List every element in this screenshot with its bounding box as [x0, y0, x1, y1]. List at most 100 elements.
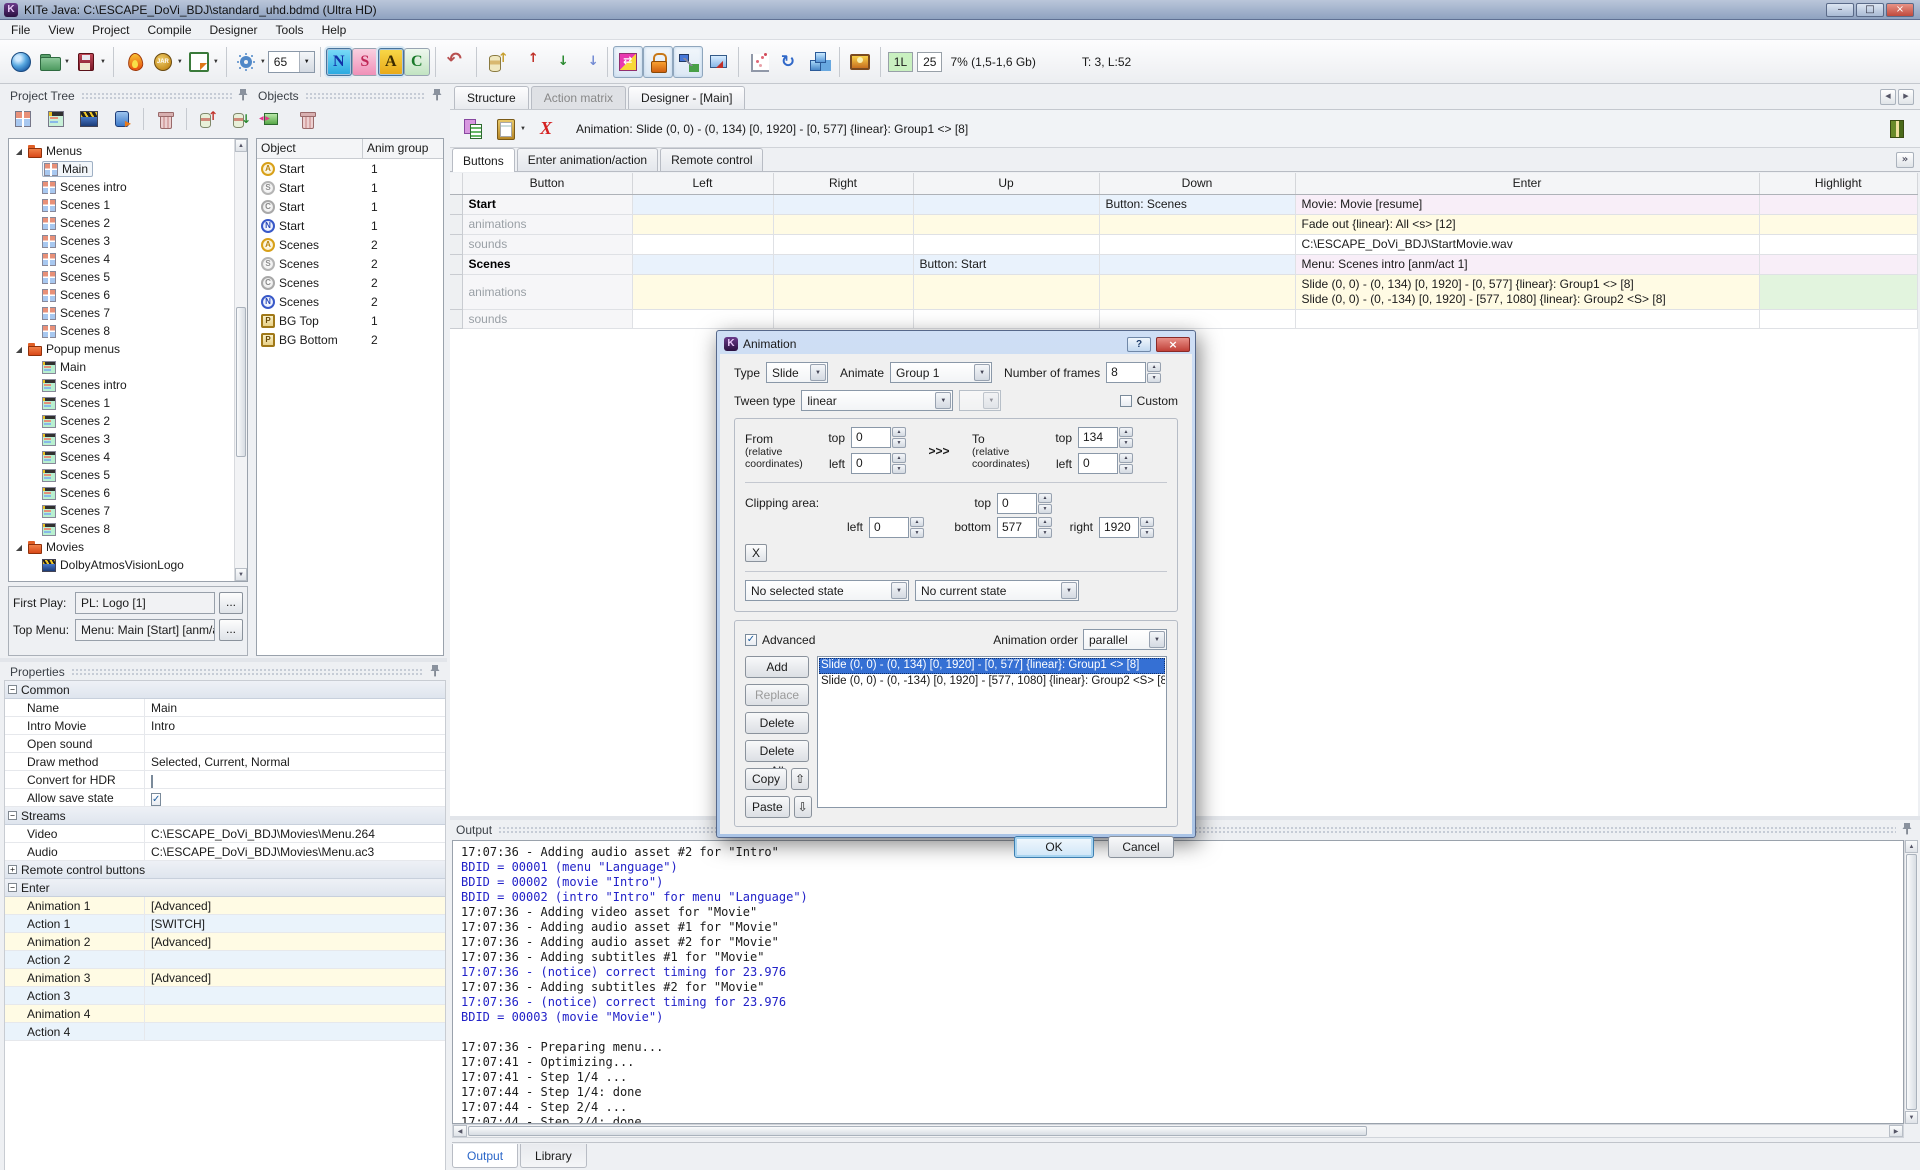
- row-handle[interactable]: [450, 274, 462, 309]
- menu-project[interactable]: Project: [83, 21, 138, 39]
- tree-item[interactable]: Scenes 6: [10, 484, 233, 502]
- row-handle[interactable]: [450, 234, 462, 254]
- matrix-cell-right[interactable]: [773, 234, 913, 254]
- scroll-thumb[interactable]: [236, 307, 246, 457]
- dialog-close-icon[interactable]: ×: [1156, 337, 1190, 352]
- to-top-spinner[interactable]: 134 ▲▼: [1078, 427, 1133, 448]
- property-value[interactable]: [145, 735, 445, 752]
- zoom-combo[interactable]: 65▼: [268, 51, 315, 73]
- matrix-button-cell[interactable]: animations: [462, 274, 632, 309]
- matrix-cell-down[interactable]: [1099, 214, 1295, 234]
- copy-matrix-button[interactable]: [458, 113, 488, 145]
- property-group-header[interactable]: −Common: [5, 681, 445, 699]
- compile-button[interactable]: [119, 46, 149, 78]
- lock-streams-button[interactable]: [643, 46, 673, 78]
- matrix-button-cell[interactable]: sounds: [462, 234, 632, 254]
- tree-item-selected[interactable]: Main: [42, 161, 93, 177]
- matrix-cell-highlight[interactable]: [1759, 274, 1918, 309]
- chevron-down-icon[interactable]: ▼: [974, 364, 990, 381]
- paste-matrix-button[interactable]: ▼: [492, 113, 528, 145]
- matrix-cell-left[interactable]: [632, 274, 773, 309]
- property-value[interactable]: [145, 987, 445, 1004]
- scroll-down-icon[interactable]: ▼: [1905, 1111, 1918, 1124]
- spin-up-icon[interactable]: ▲: [1119, 427, 1133, 437]
- matrix-cell-left[interactable]: [632, 309, 773, 328]
- tab-scroll-left-icon[interactable]: ◀: [1880, 89, 1896, 105]
- expander-icon[interactable]: −: [8, 685, 17, 694]
- property-value[interactable]: [145, 1023, 445, 1040]
- console-scrollbar[interactable]: ▲ ▼: [1904, 840, 1918, 1124]
- spin-down-icon[interactable]: ▼: [892, 464, 906, 474]
- tree-item[interactable]: Scenes 7: [10, 304, 233, 322]
- checkbox-checked-icon[interactable]: ✓: [151, 793, 161, 806]
- object-row[interactable]: NStart1: [257, 216, 443, 235]
- property-value[interactable]: [Advanced]: [145, 897, 445, 914]
- animation-list-item[interactable]: Slide (0, 0) - (0, 134) [0, 1920] - [0, …: [819, 658, 1165, 674]
- spin-down-icon[interactable]: ▼: [1147, 373, 1161, 383]
- matrix-cell-left[interactable]: [632, 214, 773, 234]
- delete-animation-button[interactable]: [532, 113, 562, 145]
- pin-icon[interactable]: [430, 664, 440, 680]
- link-objects-button[interactable]: [673, 46, 703, 78]
- reload-button[interactable]: [774, 46, 804, 78]
- close-icon[interactable]: ×: [1886, 3, 1914, 17]
- matrix-button-cell[interactable]: Start: [462, 194, 632, 214]
- spin-up-icon[interactable]: ▲: [1147, 362, 1161, 372]
- checkbox-icon[interactable]: [151, 775, 153, 788]
- expander-icon[interactable]: −: [8, 811, 17, 820]
- spin-up-icon[interactable]: ▲: [1038, 493, 1052, 503]
- row-handle[interactable]: [450, 309, 462, 328]
- chevron-down-icon[interactable]: ▼: [810, 364, 826, 381]
- insert-column-after-button[interactable]: [572, 46, 602, 78]
- tree-item[interactable]: Scenes intro: [10, 376, 233, 394]
- tree-item[interactable]: Scenes intro: [10, 178, 233, 196]
- matrix-cell-left[interactable]: [632, 234, 773, 254]
- chevron-down-icon[interactable]: ▼: [935, 392, 951, 409]
- move-up-icon[interactable]: ⇧: [791, 768, 809, 790]
- move-down-button[interactable]: [226, 103, 256, 135]
- clip-left-spinner[interactable]: 0 ▲▼: [869, 517, 927, 538]
- custom-checkbox[interactable]: [1120, 395, 1132, 407]
- spin-down-icon[interactable]: ▼: [1119, 464, 1133, 474]
- spin-down-icon[interactable]: ▼: [1140, 528, 1154, 538]
- scroll-down-icon[interactable]: ▼: [235, 568, 247, 581]
- matrix-cell-right[interactable]: [773, 309, 913, 328]
- transform-object-button[interactable]: [256, 103, 286, 135]
- export-button[interactable]: ▼: [185, 46, 221, 78]
- matrix-cell-up[interactable]: [913, 194, 1099, 214]
- objects-list[interactable]: Object Anim group AStart1SStart1CStart1N…: [256, 138, 444, 656]
- library-button[interactable]: [1882, 113, 1912, 145]
- copy-button[interactable]: Copy: [745, 768, 787, 790]
- send-preview-button[interactable]: [703, 46, 733, 78]
- to-left-spinner[interactable]: 0 ▲▼: [1078, 453, 1133, 474]
- tree-item[interactable]: Scenes 6: [10, 286, 233, 304]
- splitter[interactable]: [0, 658, 447, 662]
- spin-up-icon[interactable]: ▲: [1119, 453, 1133, 463]
- expander-icon[interactable]: +: [8, 865, 17, 874]
- cancel-button[interactable]: Cancel: [1108, 836, 1174, 858]
- paste-button[interactable]: Paste: [745, 796, 790, 818]
- matrix-cell-enter[interactable]: Slide (0, 0) - (0, 134) [0, 1920] - [0, …: [1295, 274, 1759, 309]
- matrix-cell-highlight[interactable]: [1759, 214, 1918, 234]
- dialog-title-bar[interactable]: K Animation ? ×: [720, 334, 1192, 354]
- property-group-header[interactable]: +Remote control buttons: [5, 861, 445, 879]
- output-tab-output[interactable]: Output: [452, 1144, 518, 1168]
- property-value[interactable]: [145, 771, 445, 788]
- add-movie-button[interactable]: [74, 103, 104, 135]
- matrix-cell-down[interactable]: [1099, 274, 1295, 309]
- tween-sub-combo[interactable]: ▼: [959, 390, 1001, 411]
- row-handle[interactable]: [450, 214, 462, 234]
- matrix-cell-right[interactable]: [773, 274, 913, 309]
- property-value[interactable]: [Advanced]: [145, 969, 445, 986]
- open-project-button[interactable]: ▼: [36, 46, 72, 78]
- delete-button[interactable]: [150, 103, 180, 135]
- tree-item[interactable]: Scenes 5: [10, 268, 233, 286]
- tree-item[interactable]: Main: [10, 358, 233, 376]
- undo-button[interactable]: [441, 46, 471, 78]
- add-button[interactable]: Add: [745, 656, 809, 678]
- tree-item[interactable]: Scenes 4: [10, 250, 233, 268]
- matrix-cell-enter[interactable]: Menu: Scenes intro [anm/act 1]: [1295, 254, 1759, 274]
- advanced-checkbox[interactable]: ✓: [745, 634, 757, 646]
- scroll-thumb[interactable]: [468, 1126, 1367, 1136]
- matrix-cell-left[interactable]: [632, 194, 773, 214]
